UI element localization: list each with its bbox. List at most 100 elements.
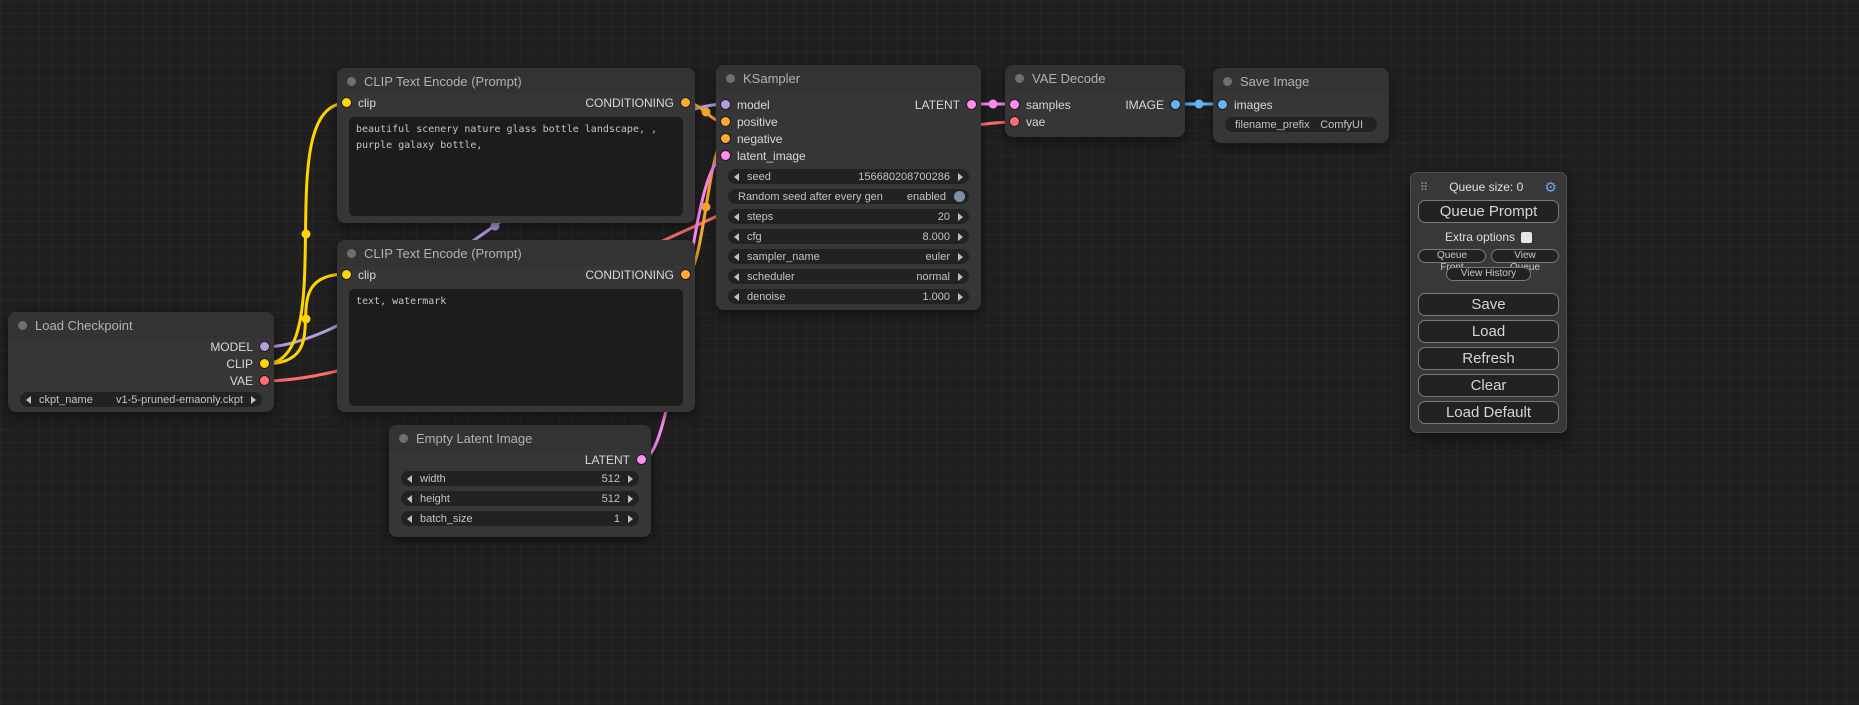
node-title-bar[interactable]: CLIP Text Encode (Prompt) [337,240,695,266]
collapse-dot-icon[interactable] [399,434,408,443]
widget-sampler-name[interactable]: sampler_name euler [728,249,969,264]
widget-value: v1-5-pruned-emaonly.ckpt [116,394,243,406]
queue-front-button[interactable]: Queue Front [1418,249,1486,263]
input-slot-clip[interactable] [342,270,351,279]
node-title-bar[interactable]: KSampler [716,65,981,91]
input-slot-negative[interactable] [721,134,730,143]
collapse-dot-icon[interactable] [347,249,356,258]
widget-ckpt-name[interactable]: ckpt_name v1-5-pruned-emaonly.ckpt [20,392,262,407]
clear-button[interactable]: Clear [1418,374,1559,397]
widget-label: height [420,493,450,505]
widget-height[interactable]: height 512 [401,491,639,506]
view-history-button[interactable]: View History [1446,267,1531,281]
increment-arrow-icon[interactable] [958,233,963,241]
next-value-arrow-icon[interactable] [958,273,963,281]
decrement-arrow-icon[interactable] [407,515,412,523]
input-slot-images[interactable] [1218,100,1227,109]
output-slot-clip[interactable] [260,359,269,368]
decrement-arrow-icon[interactable] [734,213,739,221]
decrement-arrow-icon[interactable] [734,293,739,301]
increment-arrow-icon[interactable] [958,173,963,181]
input-slot-vae[interactable] [1010,117,1019,126]
node-clip-text-encode-positive[interactable]: CLIP Text Encode (Prompt) clip CONDITION… [337,68,695,223]
input-slot-model[interactable] [721,100,730,109]
input-slot-clip[interactable] [342,98,351,107]
widget-value: normal [916,271,950,283]
input-slot-latent-image[interactable] [721,151,730,160]
widget-batch-size[interactable]: batch_size 1 [401,511,639,526]
node-clip-text-encode-negative[interactable]: CLIP Text Encode (Prompt) clip CONDITION… [337,240,695,412]
widget-cfg[interactable]: cfg 8.000 [728,229,969,244]
node-ksampler[interactable]: KSampler model LATENT positive negative [716,65,981,310]
input-label-vae: vae [1026,115,1045,129]
output-slot-conditioning[interactable] [681,98,690,107]
collapse-dot-icon[interactable] [347,77,356,86]
next-value-arrow-icon[interactable] [251,396,256,404]
decrement-arrow-icon[interactable] [407,475,412,483]
next-value-arrow-icon[interactable] [958,253,963,261]
output-slot-latent[interactable] [637,455,646,464]
prompt-textarea[interactable]: beautiful scenery nature glass bottle la… [349,117,683,216]
prompt-textarea[interactable]: text, watermark [349,289,683,406]
widget-label: steps [747,211,773,223]
widget-random-seed-toggle[interactable]: Random seed after every gen enabled [728,189,969,204]
increment-arrow-icon[interactable] [628,515,633,523]
input-label-positive: positive [737,115,778,129]
input-label-latent-image: latent_image [737,149,806,163]
prev-value-arrow-icon[interactable] [734,253,739,261]
node-title-bar[interactable]: VAE Decode [1005,65,1185,91]
node-title-bar[interactable]: Load Checkpoint [8,312,274,338]
output-slot-image[interactable] [1171,100,1180,109]
widget-filename-prefix[interactable]: filename_prefix ComfyUI [1225,117,1377,132]
node-empty-latent-image[interactable]: Empty Latent Image LATENT width 512 heig… [389,425,651,537]
node-vae-decode[interactable]: VAE Decode samples IMAGE vae [1005,65,1185,137]
toggle-knob-icon[interactable] [954,191,965,202]
decrement-arrow-icon[interactable] [734,173,739,181]
increment-arrow-icon[interactable] [628,475,633,483]
widget-steps[interactable]: steps 20 [728,209,969,224]
prev-value-arrow-icon[interactable] [734,273,739,281]
load-default-button[interactable]: Load Default [1418,401,1559,424]
widget-width[interactable]: width 512 [401,471,639,486]
collapse-dot-icon[interactable] [1015,74,1024,83]
queue-panel: ⠿ Queue size: 0 ⚙ Queue Prompt Extra opt… [1410,172,1567,433]
node-title-bar[interactable]: Empty Latent Image [389,425,651,451]
decrement-arrow-icon[interactable] [734,233,739,241]
output-slot-conditioning[interactable] [681,270,690,279]
input-label-model: model [737,98,770,112]
widget-value: 512 [602,473,620,485]
save-button[interactable]: Save [1418,293,1559,316]
prev-value-arrow-icon[interactable] [26,396,31,404]
next-value-arrow-icon[interactable] [958,293,963,301]
increment-arrow-icon[interactable] [958,213,963,221]
extra-options-checkbox[interactable] [1521,232,1532,243]
refresh-button[interactable]: Refresh [1418,347,1559,370]
output-slot-model[interactable] [260,342,269,351]
decrement-arrow-icon[interactable] [407,495,412,503]
node-load-checkpoint[interactable]: Load Checkpoint MODEL CLIP VAE ckpt_name… [8,312,274,412]
node-title-bar[interactable]: Save Image [1213,68,1389,94]
input-label-negative: negative [737,132,782,146]
widget-seed[interactable]: seed 156680208700286 [728,169,969,184]
widget-scheduler[interactable]: scheduler normal [728,269,969,284]
node-title: CLIP Text Encode (Prompt) [364,246,522,261]
graph-canvas[interactable]: Load Checkpoint MODEL CLIP VAE ckpt_name… [0,0,1859,705]
load-button[interactable]: Load [1418,320,1559,343]
collapse-dot-icon[interactable] [18,321,27,330]
drag-handle-icon[interactable]: ⠿ [1420,181,1428,194]
widget-denoise[interactable]: denoise 1.000 [728,289,969,304]
node-save-image[interactable]: Save Image images filename_prefix ComfyU… [1213,68,1389,143]
node-title: Empty Latent Image [416,431,532,446]
output-slot-latent[interactable] [967,100,976,109]
widget-label: Random seed after every gen [738,191,883,203]
input-slot-positive[interactable] [721,117,730,126]
collapse-dot-icon[interactable] [1223,77,1232,86]
view-queue-button[interactable]: View Queue [1491,249,1559,263]
output-slot-vae[interactable] [260,376,269,385]
input-slot-samples[interactable] [1010,100,1019,109]
increment-arrow-icon[interactable] [628,495,633,503]
queue-prompt-button[interactable]: Queue Prompt [1418,200,1559,223]
node-title-bar[interactable]: CLIP Text Encode (Prompt) [337,68,695,94]
settings-gear-icon[interactable]: ⚙ [1544,179,1557,196]
collapse-dot-icon[interactable] [726,74,735,83]
